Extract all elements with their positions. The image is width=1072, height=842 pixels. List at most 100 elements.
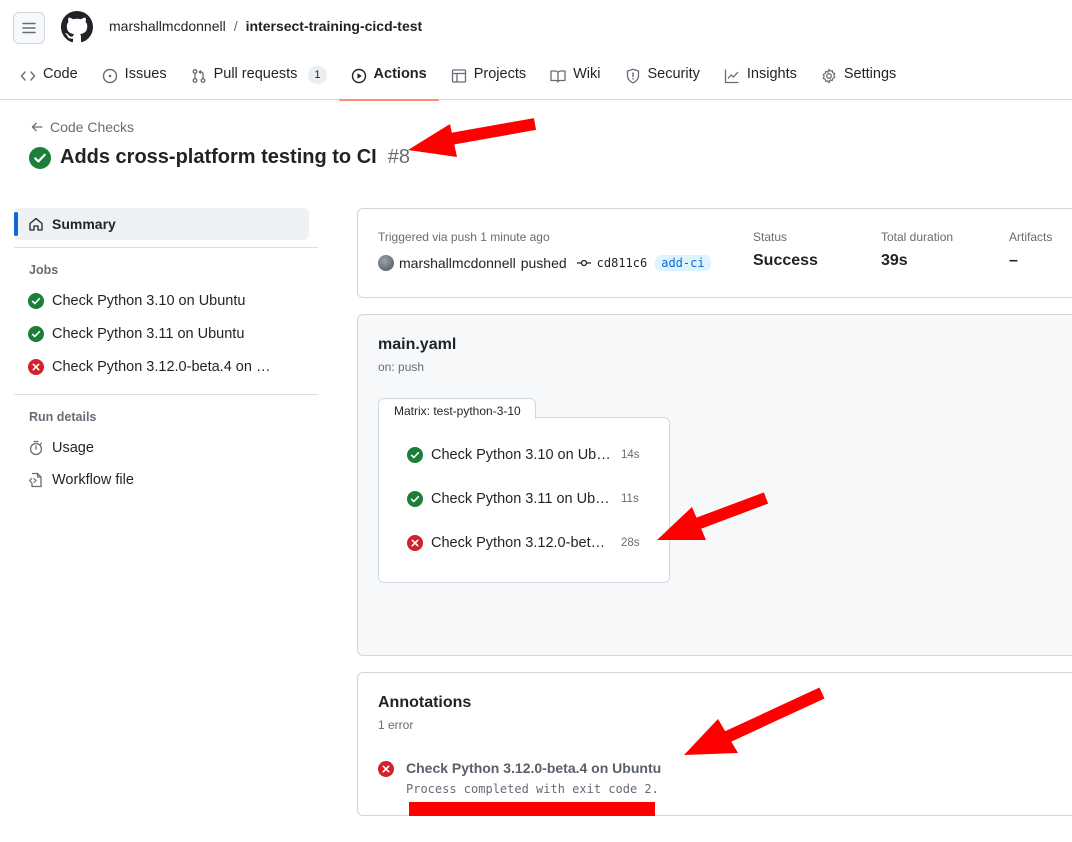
graph-job-1[interactable]: Check Python 3.10 on Ubu… 14s: [407, 447, 643, 463]
tab-wiki[interactable]: Wiki: [538, 60, 612, 100]
back-link-label: Code Checks: [50, 119, 135, 135]
sidebar-item-workflow-file[interactable]: Workflow file: [28, 472, 308, 488]
breadcrumb-separator: /: [233, 18, 238, 34]
tab-settings-label: Settings: [843, 66, 897, 82]
action-text: pushed: [520, 255, 567, 271]
sidebar-job-label: Check Python 3.11 on Ubuntu: [52, 326, 245, 342]
status-value: Success: [753, 252, 818, 269]
back-to-workflow-link[interactable]: Code Checks: [30, 119, 134, 135]
branch-badge[interactable]: add-ci: [655, 255, 711, 271]
workflow-trigger: on: push: [378, 360, 425, 374]
graph-job-duration: 11s: [621, 493, 639, 505]
home-icon: [29, 217, 43, 231]
check-circle-success-icon: [28, 326, 44, 342]
graph-job-3[interactable]: Check Python 3.12.0-beta.… 28s: [407, 535, 643, 551]
tab-actions-label: Actions: [373, 66, 427, 82]
book-icon: [550, 70, 566, 83]
tab-security[interactable]: Security: [613, 60, 712, 100]
sidebar-job-1[interactable]: Check Python 3.10 on Ubuntu: [28, 293, 308, 309]
play-icon: [351, 68, 366, 84]
tab-projects[interactable]: Projects: [439, 60, 538, 100]
commit-icon: [576, 259, 591, 267]
graph-job-2[interactable]: Check Python 3.11 on Ubu… 11s: [407, 491, 643, 507]
red-redaction-bar: [409, 802, 655, 816]
shield-icon: [626, 68, 639, 84]
code-icon: [20, 71, 36, 81]
table-icon: [451, 69, 466, 83]
commit-sha[interactable]: cd811c6: [597, 256, 648, 270]
graph-job-label: Check Python 3.12.0-beta.…: [431, 535, 611, 551]
actor-name[interactable]: marshallmcdonnell: [399, 255, 516, 271]
tab-code[interactable]: Code: [8, 60, 90, 100]
graph-icon: [724, 69, 739, 84]
sidebar-job-3[interactable]: Check Python 3.12.0-beta.4 on …: [28, 359, 308, 375]
stopwatch-icon: [29, 440, 43, 456]
sidebar-item-summary[interactable]: Summary: [14, 208, 309, 240]
gear-icon: [822, 68, 836, 84]
tab-insights[interactable]: Insights: [712, 60, 809, 100]
matrix-label: Matrix: test-python-3-10: [378, 398, 536, 419]
avatar[interactable]: [378, 255, 394, 271]
tab-insights-label: Insights: [746, 66, 797, 82]
x-circle-failure-icon: [378, 761, 394, 777]
issue-icon: [102, 68, 117, 84]
sidebar-job-label: Check Python 3.12.0-beta.4 on …: [52, 359, 271, 375]
run-title-text: Adds cross-platform testing to CI: [60, 146, 377, 168]
workflow-file-name[interactable]: main.yaml: [378, 336, 456, 354]
pull-requests-count-badge: 1: [308, 66, 327, 84]
tab-code-label: Code: [43, 66, 78, 82]
graph-job-duration: 28s: [621, 537, 640, 549]
github-logo-icon[interactable]: [61, 11, 93, 43]
repo-nav-tabs: Code Issues Pull requests 1 Actions Proj…: [8, 60, 908, 101]
usage-label: Usage: [52, 440, 94, 456]
hamburger-menu-button[interactable]: [13, 12, 45, 44]
check-circle-success-icon: [407, 491, 423, 507]
push-info: marshallmcdonnell pushed cd811c6 add-ci: [378, 255, 711, 271]
active-indicator: [14, 212, 18, 236]
file-code-icon: [28, 472, 42, 488]
run-number: #8: [387, 146, 410, 168]
tab-pull-requests-label: Pull requests: [213, 66, 298, 82]
sidebar-job-2[interactable]: Check Python 3.11 on Ubuntu: [28, 326, 308, 342]
tab-actions[interactable]: Actions: [338, 60, 439, 101]
arrow-left-icon: [31, 122, 43, 132]
tab-security-label: Security: [647, 66, 700, 82]
red-arrow-title: [408, 118, 537, 157]
tab-issues[interactable]: Issues: [90, 60, 179, 100]
repo-header: marshallmcdonnell / intersect-training-c…: [0, 0, 1072, 101]
repo-name-link[interactable]: intersect-training-cicd-test: [246, 18, 423, 34]
x-circle-failure-icon: [407, 535, 423, 551]
run-summary-card: Triggered via push 1 minute ago marshall…: [357, 208, 1072, 298]
sidebar-summary-label: Summary: [52, 216, 116, 232]
check-circle-success-icon: [29, 146, 51, 169]
matrix-job-group: Check Python 3.10 on Ubu… 14s Check Pyth…: [378, 417, 670, 583]
check-circle-success-icon: [28, 293, 44, 309]
artifacts-value: –: [1009, 252, 1018, 269]
graph-job-label: Check Python 3.11 on Ubu…: [431, 491, 611, 507]
annotation-title-link[interactable]: Check Python 3.12.0-beta.4 on Ubuntu: [406, 760, 661, 776]
sidebar-divider: [14, 247, 318, 248]
annotations-card: Annotations 1 error Check Python 3.12.0-…: [357, 672, 1072, 816]
repo-owner-link[interactable]: marshallmcdonnell: [109, 18, 226, 34]
duration-value: 39s: [881, 252, 908, 269]
tab-projects-label: Projects: [473, 66, 527, 82]
run-title: Adds cross-platform testing to CI #8: [29, 146, 410, 169]
hamburger-icon: [22, 22, 36, 34]
repo-breadcrumb: marshallmcdonnell / intersect-training-c…: [109, 18, 422, 34]
annotation-message: Process completed with exit code 2.: [406, 782, 659, 796]
sidebar-item-usage[interactable]: Usage: [28, 440, 308, 456]
annotations-count: 1 error: [378, 718, 414, 732]
tab-issues-label: Issues: [124, 66, 167, 82]
tab-settings[interactable]: Settings: [809, 60, 908, 100]
graph-job-duration: 14s: [621, 449, 640, 461]
jobs-heading: Jobs: [29, 263, 59, 277]
sidebar-job-label: Check Python 3.10 on Ubuntu: [52, 293, 246, 309]
workflow-file-label: Workflow file: [52, 472, 134, 488]
annotations-heading: Annotations: [378, 694, 472, 711]
artifacts-label: Artifacts: [1009, 230, 1053, 244]
check-circle-success-icon: [407, 447, 423, 463]
tab-pull-requests[interactable]: Pull requests 1: [179, 60, 339, 100]
tab-wiki-label: Wiki: [573, 66, 601, 82]
triggered-text: Triggered via push 1 minute ago: [378, 230, 550, 244]
status-label: Status: [753, 230, 788, 244]
